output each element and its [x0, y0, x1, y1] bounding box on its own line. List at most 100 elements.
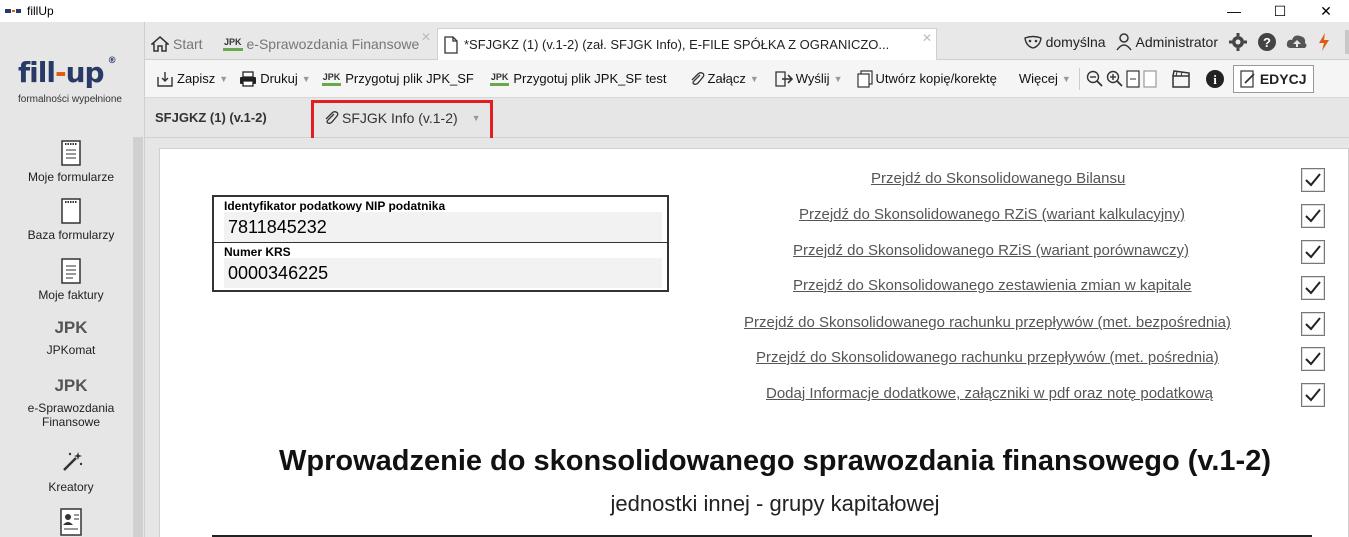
document-area: Identyfikator podatkowy NIP podatnika 78…	[145, 138, 1349, 537]
checkmark-icon	[1305, 388, 1321, 402]
zoom-out-icon[interactable]	[1086, 70, 1104, 88]
paperclip-icon	[691, 71, 704, 85]
svg-text:i: i	[1213, 72, 1217, 87]
link-przeplywy-posrednia[interactable]: Przejdź do Skonsolidowanego rachunku prz…	[756, 349, 1219, 366]
send-label: Wyślij	[795, 71, 830, 86]
create-copy-button[interactable]: Utwórz kopię/korektę	[856, 69, 997, 88]
sidebar-item-moje-formularze[interactable]: Moje formularze	[0, 140, 142, 184]
send-icon	[775, 70, 793, 87]
tab-label: Start	[173, 36, 203, 52]
profile-mask-icon	[1023, 35, 1042, 49]
save-label: Zapisz	[177, 71, 216, 86]
link-informacje-dodatkowe[interactable]: Dodaj Informacje dodatkowe, załączniki w…	[766, 385, 1213, 402]
sidebar-item-label: JPKomat	[46, 343, 96, 357]
sidebar-item-label: e-Sprawozdania Finansowe	[27, 401, 115, 429]
svg-text:?: ?	[1263, 35, 1271, 50]
sidebar-item-e-sprawozdania[interactable]: JPK e-Sprawozdania Finansowe	[0, 376, 142, 429]
prepare-jpk-sf-button[interactable]: JPK Przygotuj plik JPK_SF	[321, 71, 474, 86]
prepare-jpk-sf-test-button[interactable]: JPK Przygotuj plik JPK_SF test	[489, 71, 667, 86]
tab-label: e-Sprawozdania Finansowe	[246, 36, 420, 52]
sidebar-item-kreatory[interactable]: Kreatory	[0, 450, 142, 494]
save-button[interactable]: Zapisz ▼	[156, 71, 228, 87]
maximize-button[interactable]: ☐	[1257, 0, 1303, 22]
link-zestawienie-zmian[interactable]: Przejdź do Skonsolidowanego zestawienia …	[793, 277, 1192, 294]
app-logo-icon	[5, 6, 21, 16]
logo-tagline: formalności wypełnione	[18, 94, 122, 105]
edit-mode-label: EDYCJ	[1259, 70, 1307, 87]
prepare-jpk-label: Przygotuj plik JPK_SF	[345, 71, 474, 86]
sidebar-item-jpkomat[interactable]: JPK JPKomat	[0, 318, 142, 357]
sidebar-item-label: Moje faktury	[38, 288, 104, 302]
jpk-icon: JPK	[54, 376, 88, 395]
save-dropdown-arrow[interactable]: ▼	[219, 74, 228, 84]
link-rzis-porownawczy[interactable]: Przejdź do Skonsolidowanego RZiS (warian…	[793, 242, 1189, 259]
sidebar-item-contacts[interactable]	[0, 508, 142, 537]
krs-label: Numer KRS	[224, 245, 291, 259]
checkmark-icon	[1305, 317, 1321, 331]
checkbox-przeplywy-posrednia[interactable]	[1301, 347, 1325, 371]
sidebar-item-label: Kreatory	[48, 480, 94, 494]
form-page: Identyfikator podatkowy NIP podatnika 78…	[159, 148, 1349, 537]
tab-e-sprawozdania[interactable]: JPK e-Sprawozdania Finansowe ✕	[217, 28, 435, 60]
jpk-icon: JPK	[321, 72, 342, 86]
nip-field[interactable]: 7811845232	[224, 212, 662, 242]
identification-box: Identyfikator podatkowy NIP podatnika 78…	[212, 195, 669, 292]
checkbox-bilans[interactable]	[1301, 168, 1325, 192]
edit-mode-button[interactable]: EDYCJ	[1232, 64, 1314, 93]
tab-start[interactable]: Start	[145, 28, 215, 60]
krs-field[interactable]: 0000346225	[224, 258, 662, 288]
profile-selector[interactable]: domyślna	[1023, 34, 1106, 50]
attach-dropdown-arrow[interactable]: ▼	[750, 74, 759, 84]
checkbox-rzis-kalkulacyjny[interactable]	[1301, 204, 1325, 228]
sidebar: fill-up ® formalności wypełnione Moje fo…	[0, 22, 145, 537]
zoom-in-icon[interactable]	[1106, 70, 1124, 88]
user-menu[interactable]: Administrator	[1115, 33, 1218, 51]
send-button[interactable]: Wyślij ▼	[775, 70, 843, 87]
more-button[interactable]: Więcej ▼	[1019, 71, 1071, 86]
attach-label: Załącz	[707, 71, 746, 86]
toolbar-separator	[1078, 67, 1080, 90]
print-button[interactable]: Drukuj ▼	[239, 70, 311, 87]
subtab-sfjgkz[interactable]: SFJGKZ (1) (v.1-2)	[155, 110, 267, 125]
cloud-upload-icon[interactable]	[1286, 33, 1308, 51]
sidebar-item-baza-formularzy[interactable]: Baza formularzy	[0, 198, 142, 242]
gear-icon[interactable]	[1228, 32, 1248, 52]
contact-card-icon	[60, 508, 82, 536]
checkbox-rzis-porownawczy[interactable]	[1301, 240, 1325, 264]
jpk-icon: JPK	[489, 72, 510, 86]
invoice-document-icon	[61, 258, 81, 284]
blank-document-icon	[61, 198, 81, 224]
attach-button[interactable]: Załącz ▼	[689, 71, 759, 87]
fit-width-icon[interactable]	[1143, 69, 1157, 88]
checkmark-icon	[1305, 209, 1321, 223]
checkbox-zestawienie-zmian[interactable]	[1301, 276, 1325, 300]
help-icon[interactable]: ?	[1257, 32, 1277, 52]
checkmark-icon	[1305, 245, 1321, 259]
tab-sfjgkz-document[interactable]: *SFJGKZ (1) (v.1-2) (zał. SFJGK Info), E…	[437, 28, 937, 60]
info-icon[interactable]: i	[1205, 69, 1225, 89]
print-dropdown-arrow[interactable]: ▼	[302, 74, 311, 84]
printer-icon	[240, 70, 257, 87]
link-rzis-kalkulacyjny[interactable]: Przejdź do Skonsolidowanego RZiS (warian…	[799, 206, 1185, 223]
checkbox-informacje-dodatkowe[interactable]	[1301, 383, 1325, 407]
close-window-button[interactable]: ✕	[1303, 0, 1349, 22]
close-tab-icon[interactable]: ✕	[922, 31, 932, 45]
nip-label: Identyfikator podatkowy NIP podatnika	[224, 199, 446, 213]
send-dropdown-arrow[interactable]: ▼	[834, 74, 843, 84]
home-icon	[151, 36, 169, 52]
sidebar-scrollbar[interactable]	[133, 137, 143, 537]
document-subtitle: jednostki innej - grupy kapitałowej	[610, 491, 940, 516]
lightning-icon[interactable]	[1317, 32, 1331, 52]
sidebar-item-moje-faktury[interactable]: Moje faktury	[0, 258, 142, 302]
close-tab-icon[interactable]: ✕	[421, 30, 431, 44]
checkbox-przeplywy-bezposrednia[interactable]	[1301, 312, 1325, 336]
link-przeplywy-bezposrednia[interactable]: Przejdź do Skonsolidowanego rachunku prz…	[744, 314, 1231, 331]
clapperboard-icon[interactable]	[1171, 69, 1191, 88]
tab-strip: Start JPK e-Sprawozdania Finansowe ✕ *SF…	[145, 22, 1349, 60]
fit-page-icon[interactable]	[1126, 69, 1140, 88]
link-bilans[interactable]: Przejdź do Skonsolidowanego Bilansu	[871, 170, 1125, 187]
tab-strip-scroll[interactable]	[1345, 30, 1349, 54]
edit-document-icon	[1240, 69, 1255, 88]
more-dropdown-arrow[interactable]: ▼	[1062, 74, 1071, 84]
minimize-button[interactable]: —	[1211, 0, 1257, 22]
